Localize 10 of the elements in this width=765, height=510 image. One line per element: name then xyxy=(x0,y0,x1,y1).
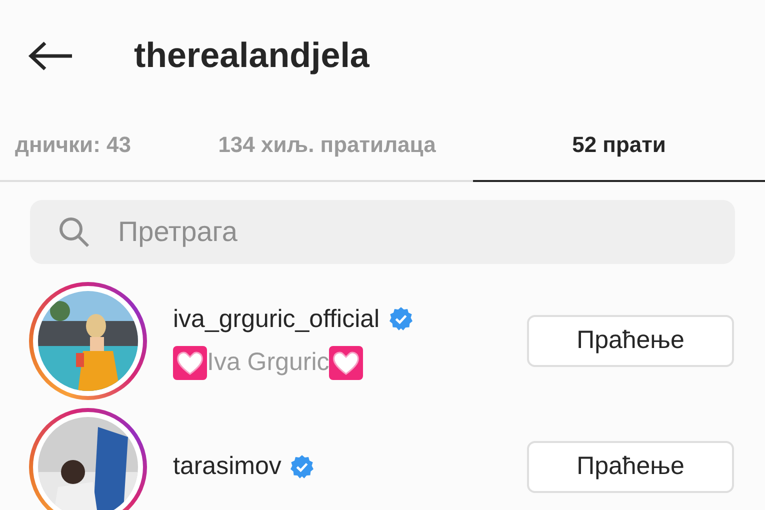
search-icon xyxy=(58,216,90,248)
account-username[interactable]: tarasimov xyxy=(173,448,282,486)
account-username[interactable]: iva_grguric_official xyxy=(173,300,380,338)
profile-username: therealandjela xyxy=(134,34,370,77)
search-field[interactable]: Претрага xyxy=(30,200,735,264)
following-button[interactable]: Праћење xyxy=(527,315,734,367)
back-arrow-icon[interactable] xyxy=(28,41,74,71)
account-full-name: Iva Grguric xyxy=(207,347,330,378)
tab[interactable]: 52 прати xyxy=(473,108,765,182)
following-button[interactable]: Праћење xyxy=(527,441,734,493)
